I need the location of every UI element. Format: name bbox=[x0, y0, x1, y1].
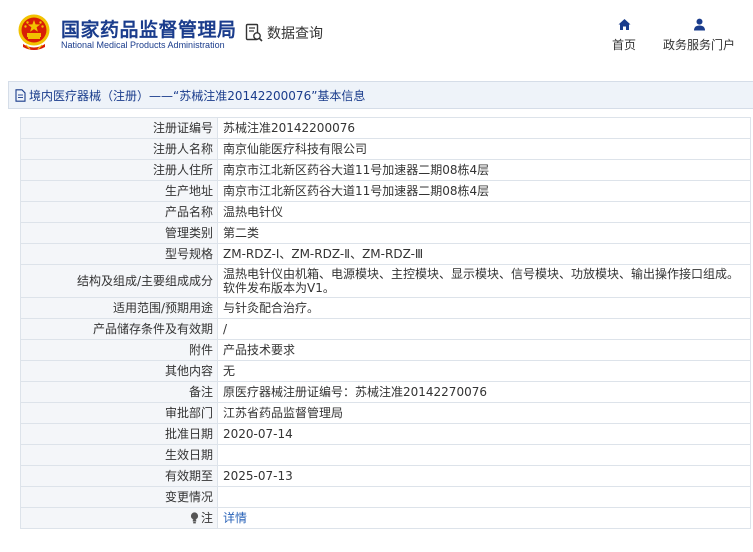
site-subtitle: National Medical Products Administration bbox=[61, 40, 225, 50]
field-label: 生效日期 bbox=[20, 444, 218, 466]
field-label: 批准日期 bbox=[20, 423, 218, 445]
record-title: 境内医疗器械（注册）——“苏械注准20142200076”基本信息 bbox=[29, 88, 366, 103]
field-value: 原医疗器械注册证编号：苏械注准20142270076 bbox=[217, 381, 751, 403]
field-value: 2025-07-13 bbox=[217, 465, 751, 487]
field-value: 2020-07-14 bbox=[217, 423, 751, 445]
table-row: 产品储存条件及有效期 / bbox=[20, 318, 751, 340]
nav-gov-service-label: 政务服务门户 bbox=[662, 38, 735, 52]
field-label: 注册人住所 bbox=[20, 159, 218, 181]
table-row: 管理类别 第二类 bbox=[20, 222, 751, 244]
table-row: 型号规格 ZM-RDZ-Ⅰ、ZM-RDZ-Ⅱ、ZM-RDZ-Ⅲ bbox=[20, 243, 751, 265]
field-value: 南京市江北新区药谷大道11号加速器二期08栋4层 bbox=[217, 159, 751, 181]
user-icon bbox=[693, 18, 705, 31]
table-row: 有效期至 2025-07-13 bbox=[20, 465, 751, 487]
field-label: 审批部门 bbox=[20, 402, 218, 424]
table-row: 注册人住所 南京市江北新区药谷大道11号加速器二期08栋4层 bbox=[20, 159, 751, 181]
field-label: 管理类别 bbox=[20, 222, 218, 244]
field-value: 产品技术要求 bbox=[217, 339, 751, 361]
note-label-cell: 注 bbox=[20, 507, 218, 529]
table-row: 附件 产品技术要求 bbox=[20, 339, 751, 361]
field-value bbox=[217, 486, 751, 508]
table-row: 生效日期 bbox=[20, 444, 751, 466]
nav-home-label: 首页 bbox=[611, 38, 636, 52]
field-value: 无 bbox=[217, 360, 751, 382]
field-value: 苏械注准20142200076 bbox=[217, 117, 751, 139]
nav-gov-service[interactable]: 政务服务门户 bbox=[661, 18, 737, 53]
field-label: 产品储存条件及有效期 bbox=[20, 318, 218, 340]
field-label: 备注 bbox=[20, 381, 218, 403]
record-title-bar: 境内医疗器械（注册）——“苏械注准20142200076”基本信息 bbox=[8, 81, 753, 109]
document-search-icon bbox=[245, 23, 263, 42]
field-value: 温热电针仪由机箱、电源模块、主控模块、显示模块、信号模块、功放模块、输出操作接口… bbox=[217, 264, 751, 298]
field-value: / bbox=[217, 318, 751, 340]
field-label: 注 bbox=[200, 511, 213, 525]
table-row: 生产地址 南京市江北新区药谷大道11号加速器二期08栋4层 bbox=[20, 180, 751, 202]
field-value: 第二类 bbox=[217, 222, 751, 244]
table-row: 变更情况 bbox=[20, 486, 751, 508]
field-label: 生产地址 bbox=[20, 180, 218, 202]
field-label: 产品名称 bbox=[20, 201, 218, 223]
field-value: 江苏省药品监督管理局 bbox=[217, 402, 751, 424]
field-label: 适用范围/预期用途 bbox=[20, 297, 218, 319]
field-value: 南京市江北新区药谷大道11号加速器二期08栋4层 bbox=[217, 180, 751, 202]
field-label: 附件 bbox=[20, 339, 218, 361]
national-emblem-icon bbox=[18, 14, 50, 50]
registration-info-table: 注册证编号 苏械注准20142200076 注册人名称 南京仙能医疗科技有限公司… bbox=[20, 117, 751, 529]
field-label: 结构及组成/主要组成成分 bbox=[20, 264, 218, 298]
field-value: 温热电针仪 bbox=[217, 201, 751, 223]
table-row: 产品名称 温热电针仪 bbox=[20, 201, 751, 223]
field-value: 南京仙能医疗科技有限公司 bbox=[217, 138, 751, 160]
field-label: 注册人名称 bbox=[20, 138, 218, 160]
table-row: 其他内容 无 bbox=[20, 360, 751, 382]
table-row: 注册人名称 南京仙能医疗科技有限公司 bbox=[20, 138, 751, 160]
table-row: 注 详情 bbox=[20, 507, 751, 529]
field-label: 有效期至 bbox=[20, 465, 218, 487]
table-row: 备注 原医疗器械注册证编号：苏械注准20142270076 bbox=[20, 381, 751, 403]
field-value bbox=[217, 444, 751, 466]
data-query-link[interactable]: 数据查询 bbox=[245, 22, 323, 44]
field-value: 与针灸配合治疗。 bbox=[217, 297, 751, 319]
details-cell: 详情 bbox=[217, 507, 751, 529]
document-icon bbox=[15, 88, 26, 102]
field-label: 变更情况 bbox=[20, 486, 218, 508]
nav-home[interactable]: 首页 bbox=[608, 18, 640, 53]
table-row: 注册证编号 苏械注准20142200076 bbox=[20, 117, 751, 139]
site-title: 国家药品监督管理局 bbox=[61, 19, 237, 41]
table-row: 审批部门 江苏省药品监督管理局 bbox=[20, 402, 751, 424]
field-label: 注册证编号 bbox=[20, 117, 218, 139]
details-link[interactable]: 详情 bbox=[223, 511, 247, 525]
table-row: 结构及组成/主要组成成分 温热电针仪由机箱、电源模块、主控模块、显示模块、信号模… bbox=[20, 264, 751, 298]
site-header: 国家药品监督管理局 National Medical Products Admi… bbox=[0, 0, 753, 68]
table-row: 适用范围/预期用途 与针灸配合治疗。 bbox=[20, 297, 751, 319]
field-label: 其他内容 bbox=[20, 360, 218, 382]
field-label: 型号规格 bbox=[20, 243, 218, 265]
field-value: ZM-RDZ-Ⅰ、ZM-RDZ-Ⅱ、ZM-RDZ-Ⅲ bbox=[217, 243, 751, 265]
table-row: 批准日期 2020-07-14 bbox=[20, 423, 751, 445]
home-icon bbox=[618, 19, 630, 30]
data-query-label: 数据查询 bbox=[267, 26, 323, 42]
lightbulb-icon bbox=[190, 512, 199, 524]
